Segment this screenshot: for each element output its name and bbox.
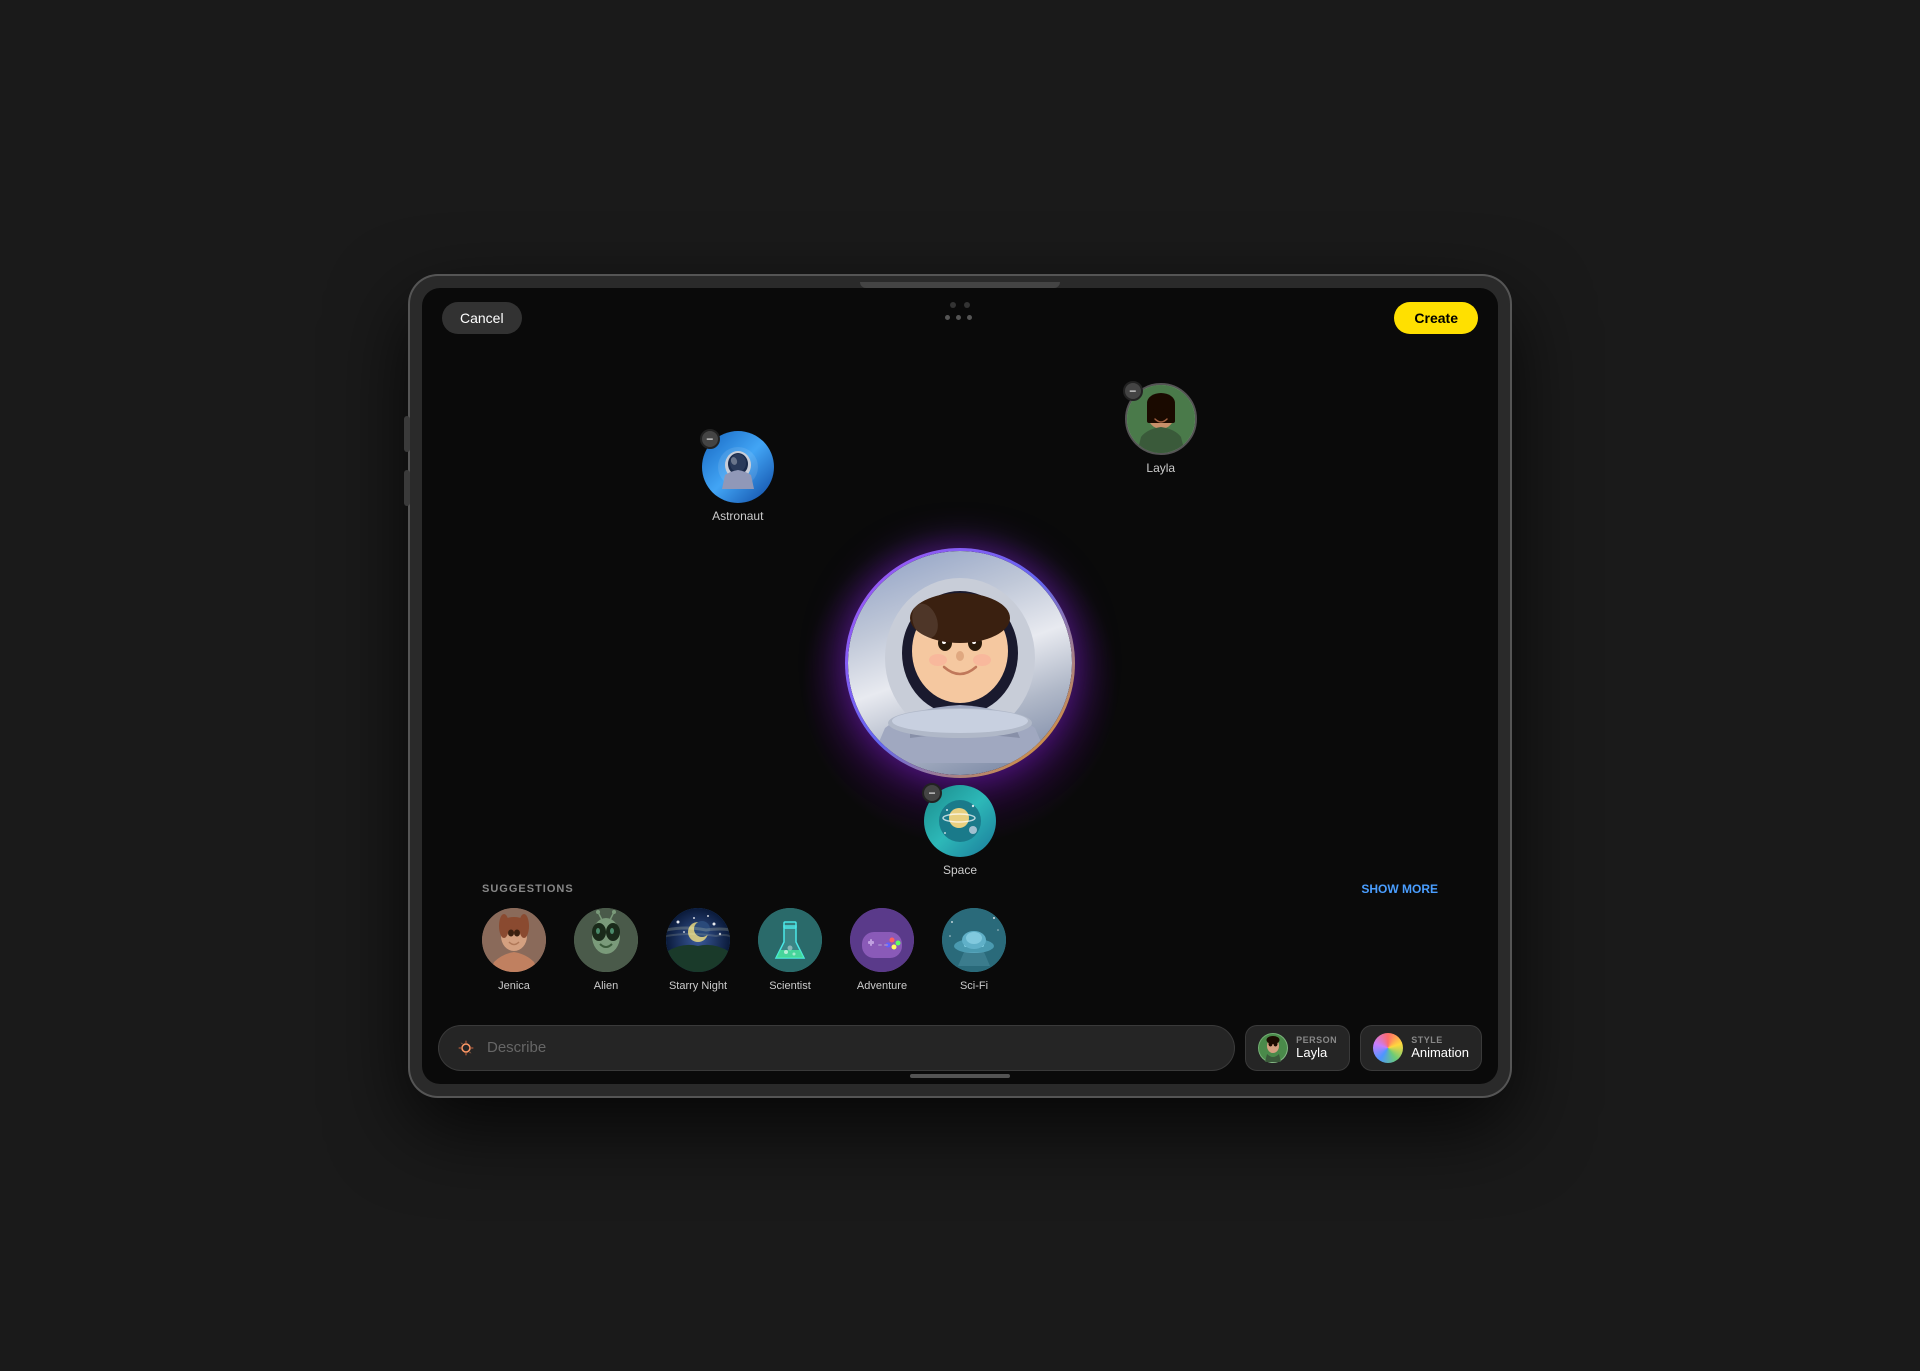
central-portrait-circle[interactable] xyxy=(845,548,1075,778)
person-pill[interactable]: PERSON Layla xyxy=(1245,1025,1350,1071)
dot-2 xyxy=(956,315,961,320)
astronaut-portrait xyxy=(848,551,1072,775)
astronaut-helmet-svg xyxy=(870,563,1050,763)
screen: Cancel Create xyxy=(422,288,1498,1084)
floating-item-space[interactable]: − xyxy=(924,785,996,877)
style-pill[interactable]: STYLE Animation xyxy=(1360,1025,1482,1071)
suggestion-alien[interactable]: Alien xyxy=(574,908,638,992)
suggestion-adventure[interactable]: Adventure xyxy=(850,908,914,992)
describe-input[interactable]: Describe xyxy=(438,1025,1235,1071)
remove-badge-astronaut[interactable]: − xyxy=(700,429,720,449)
suggestion-starrynight[interactable]: Starry Night xyxy=(666,908,730,992)
volume-up-button xyxy=(404,416,410,452)
style-pill-text: STYLE Animation xyxy=(1411,1035,1469,1060)
suggestions-list: Jenica xyxy=(482,908,1438,992)
suggestion-icon-scientist xyxy=(758,908,822,972)
ipad-frame: Cancel Create xyxy=(410,276,1510,1096)
style-value: Animation xyxy=(1411,1045,1469,1060)
cancel-button[interactable]: Cancel xyxy=(442,302,522,334)
suggestion-icon-jenica xyxy=(482,908,546,972)
astronaut-label: Astronaut xyxy=(712,509,763,523)
top-dots-menu[interactable] xyxy=(945,315,972,320)
person-value: Layla xyxy=(1296,1045,1337,1060)
floating-item-astronaut[interactable]: − Astronaut xyxy=(702,431,774,523)
layla-label: Layla xyxy=(1146,461,1175,475)
suggestion-icon-starrynight xyxy=(666,908,730,972)
style-color-wheel-icon xyxy=(1373,1033,1403,1063)
suggestion-label-alien: Alien xyxy=(594,980,618,992)
volume-down-button xyxy=(404,470,410,506)
suggestion-scifi[interactable]: Sci-Fi xyxy=(942,908,1006,992)
show-more-button[interactable]: SHOW MORE xyxy=(1361,882,1438,896)
floating-item-layla[interactable]: − xyxy=(1125,383,1197,475)
style-sublabel: STYLE xyxy=(1411,1035,1469,1045)
left-buttons xyxy=(404,416,410,506)
suggestion-label-scifi: Sci-Fi xyxy=(960,980,988,992)
suggestion-label-jenica: Jenica xyxy=(498,980,530,992)
suggestion-scientist[interactable]: Scientist xyxy=(758,908,822,992)
suggestions-bar: SUGGESTIONS SHOW MORE xyxy=(422,870,1498,1004)
suggestions-label: SUGGESTIONS xyxy=(482,883,574,895)
person-sublabel: PERSON xyxy=(1296,1035,1337,1045)
create-button[interactable]: Create xyxy=(1394,302,1478,334)
suggestion-label-starrynight: Starry Night xyxy=(669,980,727,992)
dot-1 xyxy=(945,315,950,320)
home-indicator xyxy=(910,1074,1010,1078)
suggestion-label-adventure: Adventure xyxy=(857,980,907,992)
suggestions-header: SUGGESTIONS SHOW MORE xyxy=(482,882,1438,896)
person-pill-text: PERSON Layla xyxy=(1296,1035,1337,1060)
image-gen-icon xyxy=(455,1037,477,1059)
person-pill-avatar xyxy=(1258,1033,1288,1063)
remove-badge-layla[interactable]: − xyxy=(1123,381,1143,401)
suggestion-jenica[interactable]: Jenica xyxy=(482,908,546,992)
describe-placeholder: Describe xyxy=(487,1039,546,1056)
suggestion-label-scientist: Scientist xyxy=(769,980,811,992)
dot-3 xyxy=(967,315,972,320)
top-bar: Cancel Create xyxy=(422,288,1498,348)
suggestion-icon-scifi xyxy=(942,908,1006,972)
suggestion-icon-alien xyxy=(574,908,638,972)
suggestion-icon-adventure xyxy=(850,908,914,972)
remove-badge-space[interactable]: − xyxy=(922,783,942,803)
